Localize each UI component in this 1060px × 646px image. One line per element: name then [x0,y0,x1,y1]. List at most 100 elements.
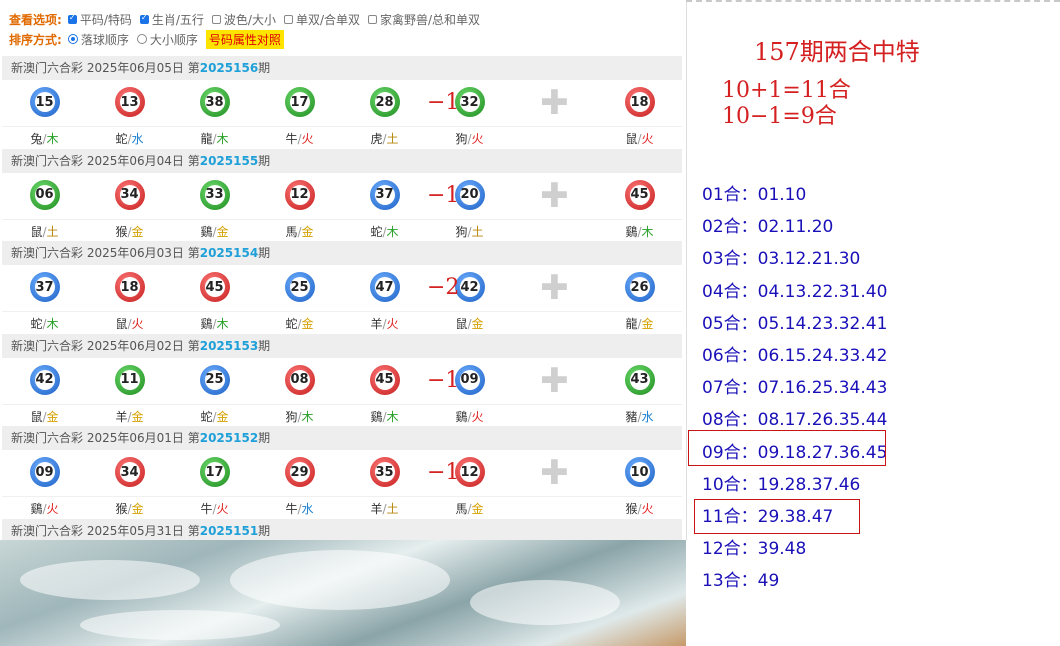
zodiac-label: 龍 [200,132,213,146]
zodiac-label: 蛇 [370,224,383,239]
zodiac-element-cell: 馬/金 [257,220,342,244]
balls-row: 09 34 17 29 35 12 ✚ 10 −1 [2,450,682,497]
ball-number: 20 [459,184,480,205]
ball-number: 09 [459,369,480,390]
draw-header: 新澳门六合彩 2025年06月03日 第2025154期 [2,241,682,265]
view-option-1[interactable]: 生肖/五行 [139,11,204,28]
number-ball: 29 [284,457,315,487]
zodiac-row: 鼠/土 猴/金 鷄/金 馬/金 蛇/木 狗/土 鷄/木 [2,220,682,244]
view-option-4[interactable]: 家禽野兽/总和单双 [368,11,480,28]
ball-cell: 29 [257,450,342,496]
checkbox-0[interactable] [67,13,77,24]
number-ball: 42 [29,364,60,395]
zodiac-label: 鷄 [200,224,213,239]
draw-issue-number: 2025154 [199,246,259,260]
zodiac-element-cell: 龍/金 [597,312,682,336]
view-option-0[interactable]: 平码/特码 [67,11,132,28]
radio-1[interactable] [136,34,147,44]
checkbox-3[interactable] [283,14,293,24]
zodiac-element-cell: 蛇/木 [2,312,87,336]
highlight-box-11 [694,499,860,534]
ball-number: 25 [204,369,225,390]
zodiac-label: 狗 [455,132,468,146]
ball-cell: 10 [597,450,682,496]
ball-cell: 45 [172,265,257,311]
number-ball: 11 [114,364,145,395]
element-label: 金 [216,409,229,424]
ball-number: 06 [34,184,55,205]
highlight-box-09 [688,430,886,466]
sum-group-item: 01合：01.10 [702,185,807,205]
number-ball: 15 [29,87,60,117]
zodiac-element-cell: 鷄/木 [342,405,427,429]
ball-cell: 47 [342,265,427,311]
zodiac-element-cell: 羊/金 [87,405,172,429]
element-label: 土 [46,224,59,239]
plus-icon: ✚ [540,268,569,308]
zodiac-element-cell: 龍/木 [172,127,257,151]
ball-cell: 25 [257,265,342,311]
element-label: 火 [131,317,144,331]
checkbox-2[interactable] [211,14,221,24]
zodiac-element-cell: 羊/土 [342,497,427,521]
ball-number: 12 [289,184,310,205]
zodiac-element-cell: 猴/金 [87,220,172,244]
sum-group-item: 08合：08.17.26.35.44 [702,410,888,431]
draw-date: 新澳门六合彩 2025年06月01日 第 [11,431,200,445]
element-label: 火 [216,502,229,516]
number-ball: 26 [624,272,655,302]
number-ball: 06 [29,179,60,210]
element-label: 土 [471,224,484,239]
plus-icon: ✚ [540,83,569,123]
draw-section: 新澳门六合彩 2025年06月02日 第2025153期 42 11 25 08 45 09… [2,333,682,429]
zodiac-row: 鷄/火 猴/金 牛/火 牛/水 羊/土 馬/金 猴/火 [2,497,682,521]
number-ball: 18 [114,272,145,302]
empty-cell [512,497,597,521]
ball-number: 28 [374,92,395,112]
sum-group-item: 10合：19.28.37.46 [702,474,861,495]
draw-header: 新澳门六合彩 2025年06月04日 第2025155期 [2,148,682,173]
draw-date: 新澳门六合彩 2025年06月02日 第 [11,338,200,353]
element-label: 金 [131,409,144,424]
ball-number: 35 [374,462,395,482]
ball-cell: 35 [342,450,427,496]
ball-cell: 34 [87,450,172,496]
number-attribute-compare-link[interactable]: 号码属性对照 [205,29,284,49]
ball-cell: 26 [597,265,682,311]
view-option-label: 平码/特码 [79,12,132,27]
ball-number: 29 [289,462,310,482]
checkbox-1[interactable] [139,13,149,24]
zodiac-label: 虎 [370,132,383,146]
zodiac-element-cell: 狗/木 [257,405,342,429]
ball-cell: 45 [342,358,427,404]
sum-group-item: 07合：07.16.25.34.43 [702,378,888,399]
ball-cell: 08 [257,358,342,404]
zodiac-label: 猴 [115,502,128,516]
view-option-3[interactable]: 单双/合单双 [283,11,360,28]
number-ball: 34 [114,179,145,210]
zodiac-label: 馬 [455,502,468,516]
draw-suffix: 期 [258,246,271,260]
sort-option-0[interactable]: 落球顺序 [67,31,129,48]
draw-suffix: 期 [258,61,271,75]
radio-0[interactable] [67,34,78,44]
number-ball: 43 [624,364,655,395]
element-label: 金 [216,224,229,239]
ball-number: 37 [374,184,395,205]
zodiac-label: 鼠 [115,317,128,331]
zodiac-element-cell: 兔/木 [2,127,87,151]
ball-cell: 38 [172,80,257,126]
zodiac-element-cell: 蛇/金 [172,405,257,429]
ball-cell: 17 [172,450,257,496]
checkbox-4[interactable] [368,14,377,24]
ball-number: 25 [289,277,310,297]
zodiac-label: 狗 [285,409,298,424]
view-option-label: 单双/合单双 [295,12,360,27]
element-label: 土 [386,502,399,516]
sum-group-item: 12合：39.48 [702,539,807,560]
handwritten-annotation: −1 [427,367,460,393]
sort-option-1[interactable]: 大小顺序 [136,31,198,48]
zodiac-element-cell: 鼠/火 [87,312,172,336]
view-option-2[interactable]: 波色/大小 [211,11,276,28]
draw-section: 新澳门六合彩 2025年06月04日 第2025155期 06 34 33 12 37 20… [2,148,682,244]
